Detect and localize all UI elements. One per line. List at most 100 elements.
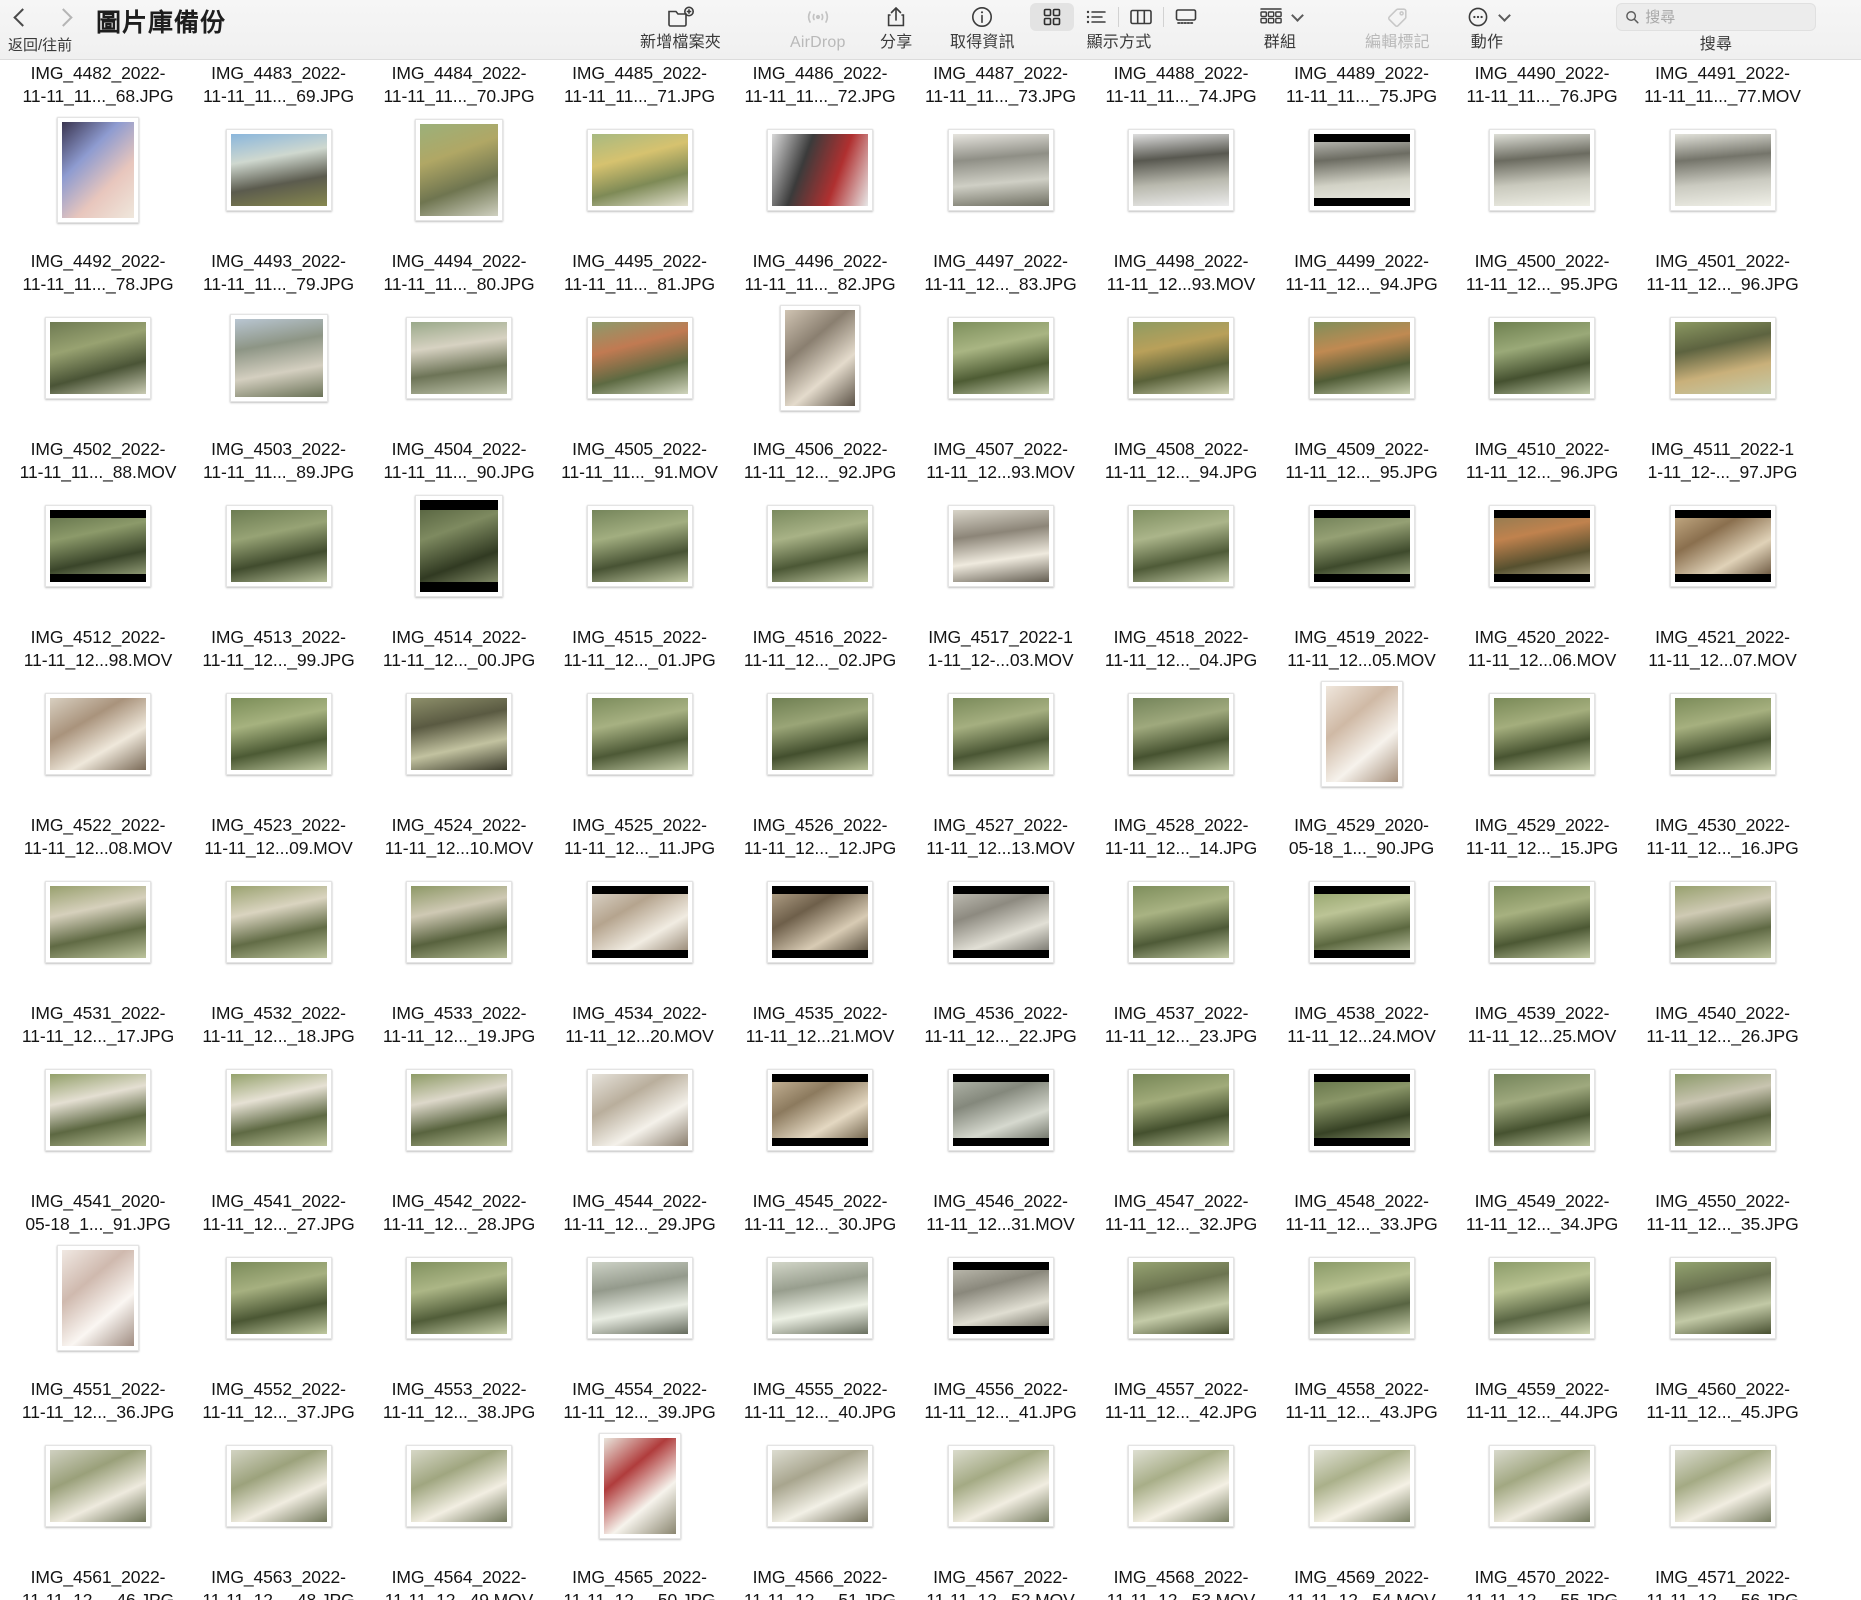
file-item[interactable]: IMG_4539_2022- 11-11_12...25.MOV (1452, 1000, 1632, 1188)
file-thumbnail-wrapper[interactable] (740, 106, 900, 234)
file-item[interactable]: IMG_4528_2022- 11-11_12..._14.JPG (1091, 812, 1271, 1000)
file-item[interactable]: IMG_4498_2022- 11-11_12...93.MOV (1091, 248, 1271, 436)
file-thumbnail[interactable] (1669, 881, 1776, 963)
new-folder-button[interactable]: 新增檔案夾 (640, 0, 721, 52)
file-thumbnail-wrapper[interactable] (560, 1234, 720, 1362)
file-item[interactable]: IMG_4488_2022- 11-11_11..._74.JPG (1091, 60, 1271, 248)
file-item[interactable]: IMG_4534_2022- 11-11_12...20.MOV (550, 1000, 730, 1188)
file-thumbnail[interactable] (1128, 1257, 1234, 1339)
file-thumbnail-wrapper[interactable] (560, 1422, 720, 1550)
file-item[interactable]: IMG_4529_2022- 11-11_12..._15.JPG (1452, 812, 1632, 1000)
file-thumbnail-wrapper[interactable] (740, 1422, 900, 1550)
file-item[interactable]: IMG_4530_2022- 11-11_12..._16.JPG (1633, 812, 1813, 1000)
file-thumbnail-wrapper[interactable] (1101, 858, 1261, 986)
file-item[interactable]: IMG_4494_2022- 11-11_11..._80.JPG (369, 248, 549, 436)
file-item[interactable]: IMG_4563_2022- 11-11_12..._48.JPG (189, 1564, 369, 1600)
file-thumbnail[interactable] (1308, 129, 1415, 211)
file-item[interactable]: IMG_4540_2022- 11-11_12..._26.JPG (1633, 1000, 1813, 1188)
file-thumbnail[interactable] (1308, 317, 1415, 399)
file-thumbnail-wrapper[interactable] (1462, 1234, 1622, 1362)
file-thumbnail-wrapper[interactable] (1643, 858, 1803, 986)
file-thumbnail-wrapper[interactable] (379, 1046, 539, 1174)
file-item[interactable]: IMG_4491_2022- 11-11_11..._77.MOV (1633, 60, 1813, 248)
file-thumbnail[interactable] (406, 881, 512, 963)
file-item[interactable]: IMG_4512_2022- 11-11_12...98.MOV (8, 624, 188, 812)
file-thumbnail-wrapper[interactable] (18, 1422, 178, 1550)
file-thumbnail[interactable] (767, 881, 873, 963)
file-thumbnail-wrapper[interactable] (199, 1422, 359, 1550)
file-thumbnail-wrapper[interactable] (18, 1046, 178, 1174)
file-thumbnail[interactable] (586, 1069, 693, 1151)
file-thumbnail-wrapper[interactable] (379, 482, 539, 610)
file-item[interactable]: IMG_4523_2022- 11-11_12...09.MOV (189, 812, 369, 1000)
file-thumbnail-wrapper[interactable] (18, 670, 178, 798)
file-thumbnail[interactable] (1128, 693, 1234, 775)
file-thumbnail[interactable] (767, 1445, 873, 1527)
file-thumbnail-wrapper[interactable] (740, 294, 900, 422)
file-thumbnail-wrapper[interactable] (1282, 1422, 1442, 1550)
file-thumbnail[interactable] (1128, 1069, 1234, 1151)
file-thumbnail[interactable] (1669, 505, 1776, 587)
file-item[interactable]: IMG_4493_2022- 11-11_11..._79.JPG (189, 248, 369, 436)
file-item[interactable]: IMG_4513_2022- 11-11_12..._99.JPG (189, 624, 369, 812)
file-item[interactable]: IMG_4484_2022- 11-11_11..._70.JPG (369, 60, 549, 248)
file-item[interactable]: IMG_4485_2022- 11-11_11..._71.JPG (550, 60, 730, 248)
file-thumbnail-wrapper[interactable] (560, 858, 720, 986)
file-thumbnail[interactable] (1489, 693, 1595, 775)
file-thumbnail[interactable] (947, 1257, 1054, 1339)
file-thumbnail[interactable] (767, 129, 873, 211)
edit-tags-button[interactable]: 編輯標記 (1365, 0, 1430, 52)
file-item[interactable]: IMG_4548_2022- 11-11_12..._33.JPG (1272, 1188, 1452, 1376)
file-thumbnail-wrapper[interactable] (379, 294, 539, 422)
file-item[interactable]: IMG_4532_2022- 11-11_12..._18.JPG (189, 1000, 369, 1188)
file-item[interactable]: IMG_4531_2022- 11-11_12..._17.JPG (8, 1000, 188, 1188)
file-item[interactable]: IMG_4501_2022- 11-11_12..._96.JPG (1633, 248, 1813, 436)
file-item[interactable]: IMG_4533_2022- 11-11_12..._19.JPG (369, 1000, 549, 1188)
file-item[interactable]: IMG_4561_2022- 11-11_12..._46.JPG (8, 1564, 188, 1600)
file-thumbnail-wrapper[interactable] (921, 858, 1081, 986)
file-item[interactable]: IMG_4499_2022- 11-11_12..._94.JPG (1272, 248, 1452, 436)
file-thumbnail-wrapper[interactable] (199, 294, 359, 422)
file-item[interactable]: IMG_4483_2022- 11-11_11..._69.JPG (189, 60, 369, 248)
file-thumbnail[interactable] (415, 495, 503, 597)
file-thumbnail-wrapper[interactable] (18, 106, 178, 234)
file-thumbnail[interactable] (1669, 1069, 1776, 1151)
file-thumbnail[interactable] (767, 693, 873, 775)
view-mode-column-view[interactable] (1119, 3, 1163, 31)
file-thumbnail-wrapper[interactable] (1462, 106, 1622, 234)
file-thumbnail[interactable] (1308, 1445, 1415, 1527)
file-item[interactable]: IMG_4571_2022- 11-11_12..._56.JPG (1633, 1564, 1813, 1600)
group-button[interactable]: 群組 (1258, 0, 1304, 52)
file-thumbnail[interactable] (1669, 1257, 1776, 1339)
file-thumbnail[interactable] (1320, 681, 1403, 787)
file-item[interactable]: IMG_4567_2022- 11-11_12...52.MOV (911, 1564, 1091, 1600)
view-mode-icon-view[interactable] (1030, 3, 1074, 31)
file-thumbnail-wrapper[interactable] (1643, 1046, 1803, 1174)
file-item[interactable]: IMG_4556_2022- 11-11_12..._41.JPG (911, 1376, 1091, 1564)
airdrop-button-group[interactable]: AirDrop (790, 0, 846, 52)
file-thumbnail-wrapper[interactable] (199, 1046, 359, 1174)
file-thumbnail[interactable] (586, 317, 693, 399)
file-thumbnail-wrapper[interactable] (199, 670, 359, 798)
file-item[interactable]: IMG_4500_2022- 11-11_12..._95.JPG (1452, 248, 1632, 436)
view-mode-gallery-view[interactable] (1164, 3, 1208, 31)
file-item[interactable]: IMG_4535_2022- 11-11_12...21.MOV (730, 1000, 910, 1188)
file-item[interactable]: IMG_4553_2022- 11-11_12..._38.JPG (369, 1376, 549, 1564)
file-thumbnail-wrapper[interactable] (1282, 858, 1442, 986)
file-thumbnail-wrapper[interactable] (1282, 482, 1442, 610)
file-item[interactable]: IMG_4482_2022- 11-11_11..._68.JPG (8, 60, 188, 248)
file-thumbnail[interactable] (767, 505, 873, 587)
file-thumbnail[interactable] (57, 1245, 139, 1351)
file-item[interactable]: IMG_4554_2022- 11-11_12..._39.JPG (550, 1376, 730, 1564)
file-thumbnail-wrapper[interactable] (740, 670, 900, 798)
file-thumbnail-wrapper[interactable] (560, 294, 720, 422)
file-thumbnail-wrapper[interactable] (1643, 1422, 1803, 1550)
file-item[interactable]: IMG_4510_2022- 11-11_12..._96.JPG (1452, 436, 1632, 624)
file-thumbnail-wrapper[interactable] (199, 106, 359, 234)
file-thumbnail[interactable] (1489, 129, 1595, 211)
file-thumbnail[interactable] (767, 1257, 873, 1339)
file-item[interactable]: IMG_4518_2022- 11-11_12..._04.JPG (1091, 624, 1271, 812)
file-thumbnail[interactable] (225, 881, 332, 963)
file-item[interactable]: IMG_4506_2022- 11-11_12..._92.JPG (730, 436, 910, 624)
file-thumbnail[interactable] (225, 1069, 332, 1151)
